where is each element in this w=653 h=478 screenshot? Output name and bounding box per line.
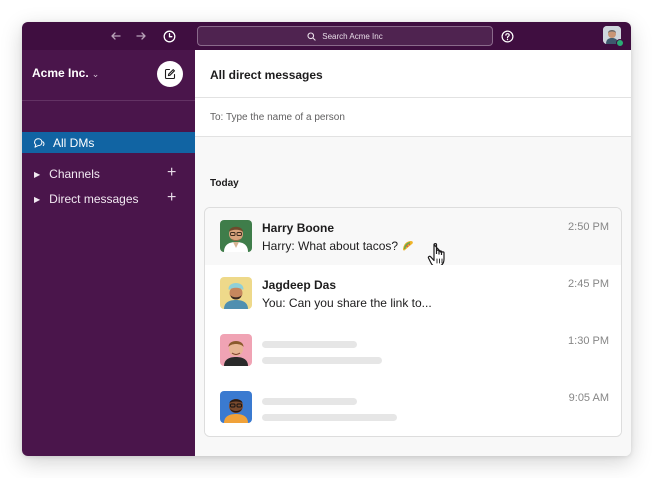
sidebar-section-channels[interactable]: ▶ Channels + [22, 164, 195, 183]
search-placeholder: Search Acme Inc [322, 31, 383, 41]
recipient-placeholder: To: Type the name of a person [210, 112, 345, 123]
dm-timestamp: 1:30 PM [568, 335, 609, 347]
dm-row-jagdeep-das[interactable]: Jagdeep Das You: Can you share the link … [205, 265, 621, 323]
avatar [220, 220, 252, 252]
dm-preview: Harry: What about tacos? [262, 239, 414, 253]
sidebar-section-direct-messages[interactable]: ▶ Direct messages + [22, 189, 195, 208]
page-title: All direct messages [210, 68, 323, 82]
clock-icon[interactable] [160, 27, 178, 45]
skeleton-line [262, 398, 357, 405]
dms-icon [34, 137, 45, 148]
arrow-right-icon[interactable] [132, 27, 150, 45]
dm-row-placeholder[interactable]: 1:30 PM [205, 322, 621, 380]
skeleton-line [262, 414, 397, 421]
dm-list: Harry Boone Harry: What about tacos? 2:5… [204, 207, 622, 437]
section-label: Channels [49, 167, 100, 181]
workspace-header: Acme Inc. ⌄ [22, 50, 195, 101]
search-input[interactable]: Search Acme Inc [197, 26, 493, 46]
arrow-left-icon[interactable] [107, 27, 125, 45]
workspace-name: Acme Inc. [32, 66, 89, 80]
dm-timestamp: 2:50 PM [568, 221, 609, 233]
sidebar-item-all-dms[interactable]: All DMs [22, 132, 195, 153]
caret-right-icon: ▶ [34, 194, 41, 204]
top-bar: Search Acme Inc [22, 22, 631, 50]
compose-button[interactable] [157, 61, 183, 87]
dm-row-placeholder[interactable]: 9:05 AM [205, 379, 621, 436]
search-icon [307, 31, 316, 41]
section-label: Direct messages [49, 192, 139, 206]
dm-row-harry-boone[interactable]: Harry Boone Harry: What about tacos? 2:5… [205, 208, 621, 268]
dm-timestamp: 9:05 AM [568, 392, 609, 404]
dm-timestamp: 2:45 PM [568, 278, 609, 290]
avatar [220, 277, 252, 309]
date-divider: Today [210, 178, 239, 189]
main-pane: All direct messages To: Type the name of… [195, 50, 631, 456]
dm-preview: You: Can you share the link to... [262, 296, 432, 310]
workspace-menu[interactable]: Acme Inc. ⌄ [32, 66, 99, 80]
dm-preview-text: Harry: What about tacos? [262, 239, 399, 253]
chevron-down-icon: ⌄ [91, 69, 100, 79]
dm-sender-name: Harry Boone [262, 221, 335, 235]
sidebar-item-label: All DMs [53, 135, 95, 150]
main-header: All direct messages [195, 50, 631, 98]
presence-indicator [616, 39, 624, 47]
caret-right-icon: ▶ [34, 169, 41, 179]
dm-sender-name: Jagdeep Das [262, 278, 337, 292]
compose-icon [164, 68, 176, 80]
taco-emoji-icon [403, 241, 413, 251]
add-channel-button[interactable]: + [167, 164, 176, 182]
skeleton-line [262, 341, 357, 348]
avatar [220, 391, 252, 423]
avatar [220, 334, 252, 366]
recipient-field[interactable]: To: Type the name of a person [195, 98, 631, 137]
skeleton-line [262, 357, 382, 364]
sidebar: Acme Inc.⌄ All DMs ▶ Channels + ▶ Direc [22, 50, 195, 456]
app-window: Search Acme Inc Acme Inc. ⌄ All DMs ▶ Ch… [22, 22, 631, 456]
add-dm-button[interactable]: + [167, 189, 176, 207]
question-circle-icon[interactable] [498, 27, 516, 45]
